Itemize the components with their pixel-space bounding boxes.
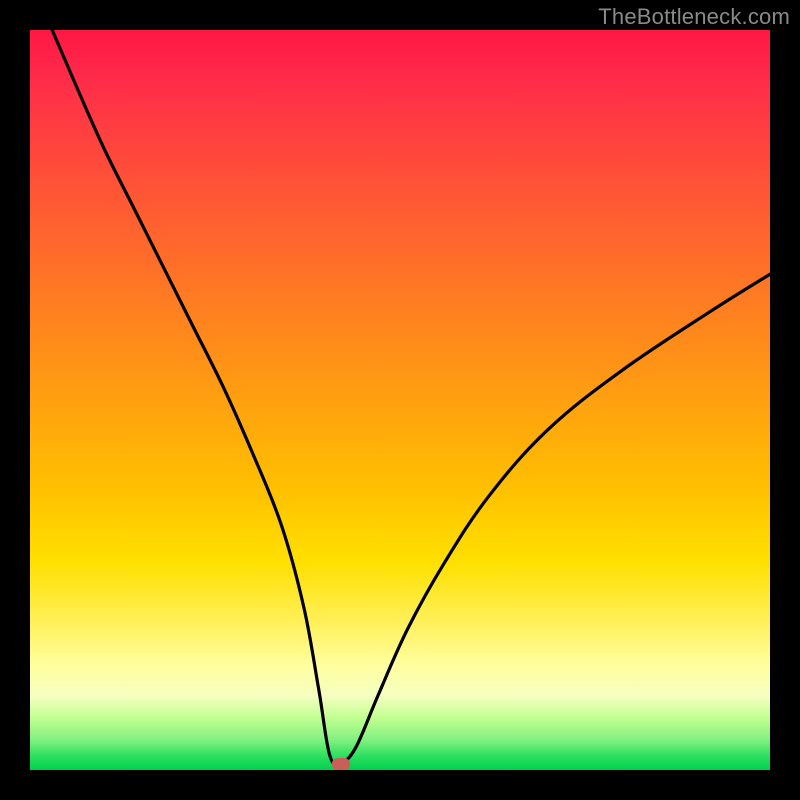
watermark-text: TheBottleneck.com (598, 4, 790, 30)
chart-frame: TheBottleneck.com (0, 0, 800, 800)
minimum-marker (332, 758, 350, 770)
bottleneck-curve (52, 30, 770, 764)
curve-svg (30, 30, 770, 770)
plot-area (30, 30, 770, 770)
